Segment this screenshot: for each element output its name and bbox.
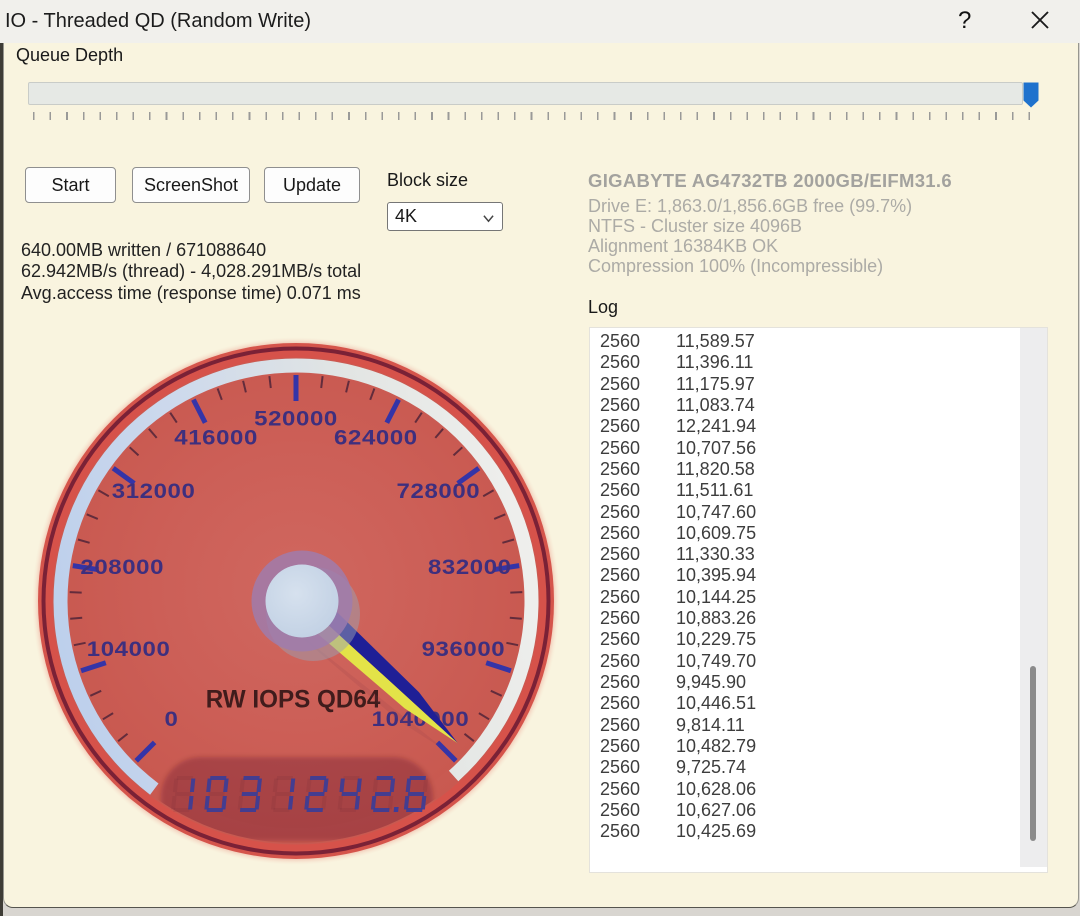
svg-text:312000: 312000 [112,480,196,503]
svg-text:624000: 624000 [334,426,418,449]
svg-text:728000: 728000 [397,480,481,503]
svg-text:104000: 104000 [87,637,171,660]
svg-text:520000: 520000 [254,407,338,430]
svg-text:208000: 208000 [80,555,164,578]
svg-text:416000: 416000 [174,426,258,449]
svg-text:936000: 936000 [422,637,506,660]
svg-text:RW IOPS QD64: RW IOPS QD64 [206,686,381,713]
svg-text:0: 0 [165,707,179,730]
svg-text:832000: 832000 [428,555,512,578]
